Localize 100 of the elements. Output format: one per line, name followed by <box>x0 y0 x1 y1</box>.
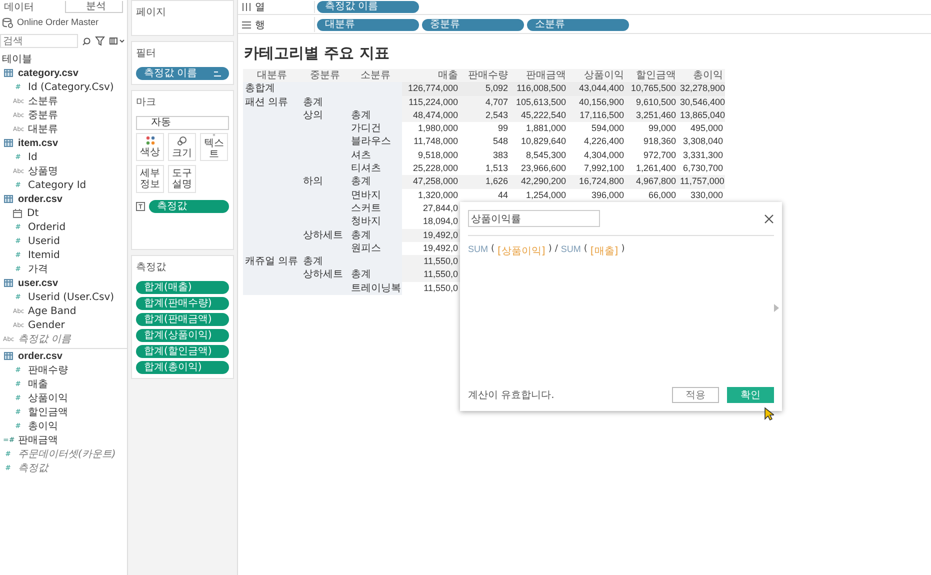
table-name[interactable]: user.csv <box>18 278 58 288</box>
field-name[interactable]: Userid <box>28 236 60 246</box>
filter-pill[interactable]: 측정값 이름 <box>136 67 229 80</box>
search-field[interactable]: 검색 <box>0 34 78 48</box>
table-name[interactable]: item.csv <box>18 138 58 148</box>
field-name[interactable]: Dt <box>27 208 39 218</box>
table-name[interactable]: order.csv <box>18 350 62 362</box>
table-icon <box>4 352 13 360</box>
close-icon[interactable] <box>764 214 774 224</box>
column-header: 상품이익 <box>568 69 626 82</box>
shelf-pill[interactable]: 측정값 이름 <box>317 1 419 13</box>
field-name[interactable]: 상품명 <box>28 164 58 178</box>
table-cell: 115,224,000 <box>402 96 460 109</box>
field-name[interactable]: 총이익 <box>28 419 58 433</box>
table-cell: 48,474,000 <box>402 108 460 122</box>
table-cell-text: 상하세트 <box>302 228 344 242</box>
column-header: 할인금액 <box>626 69 678 82</box>
table-cell: 1,320,000 <box>402 188 460 202</box>
table-cell: 11,550,0 <box>402 268 460 282</box>
mark-property-button[interactable]: 색상 <box>136 133 164 161</box>
table-cell-text: 캐쥬얼 의류 <box>244 255 300 268</box>
formula-token: [상품이익] <box>498 245 546 258</box>
mark-property-button[interactable]: 크기 <box>168 133 196 161</box>
table-name[interactable]: category.csv <box>18 68 78 78</box>
table-cell: 11,757,000 <box>678 175 725 189</box>
formula-token: ( <box>584 244 588 254</box>
table-cell: 7,992,100 <box>568 162 626 176</box>
table-cell: 396,000 <box>568 188 626 202</box>
sort-icon <box>214 71 221 77</box>
view-icon[interactable] <box>109 37 125 45</box>
table-cell: 17,116,500 <box>568 108 626 122</box>
field-name[interactable]: 중분류 <box>28 108 58 122</box>
table-cell-text: 총계 <box>350 268 372 282</box>
table-cell: 66,000 <box>626 188 678 202</box>
shelf-pill[interactable]: 소분류 <box>527 18 629 30</box>
measure-pill[interactable]: 합계(상품이익) <box>136 329 229 342</box>
table-cell-text: 패션 의류 <box>244 96 290 109</box>
filter-icon[interactable] <box>95 36 105 46</box>
measure-pill[interactable]: 합계(판매수량) <box>136 297 229 310</box>
table-name[interactable]: order.csv <box>18 194 62 204</box>
mark-pill[interactable]: 측정값 <box>149 200 229 213</box>
field-name[interactable]: Itemid <box>28 250 60 260</box>
formula-token: SUM <box>468 244 488 254</box>
field-name[interactable]: 가격 <box>28 262 48 276</box>
field-name[interactable]: Orderid <box>28 222 66 232</box>
table-cell-text: 총계 <box>350 228 372 242</box>
table-cell: 330,000 <box>678 188 725 202</box>
field-name[interactable]: 측정값 <box>18 461 48 475</box>
mark-property-button[interactable]: 세부 정보 <box>136 165 164 193</box>
search-icon[interactable] <box>82 36 91 46</box>
datasource-name[interactable]: Online Order Master <box>17 17 99 27</box>
field-name[interactable]: 판매금액 <box>18 433 58 447</box>
table-cell: 4,707 <box>460 96 510 109</box>
shelf-label: 열 <box>255 1 265 14</box>
pane-title[interactable]: 데이터 <box>4 0 34 14</box>
table-icon <box>4 139 13 147</box>
mark-type-dropdown[interactable]: 자동 <box>136 116 229 130</box>
measure-pill[interactable]: 합계(총이익) <box>136 361 229 374</box>
table-cell: 1,626 <box>460 175 510 189</box>
table-cell-text: 청바지 <box>350 215 382 229</box>
table-cell: 1,254,000 <box>510 188 568 202</box>
field-name[interactable]: 할인금액 <box>28 405 68 419</box>
field-name[interactable]: 판매수량 <box>28 363 68 377</box>
field-name[interactable]: Gender <box>28 320 65 330</box>
database-icon <box>2 16 13 28</box>
table-icon <box>4 279 13 287</box>
table-cell: 2,543 <box>460 108 510 122</box>
shelf-pill[interactable]: 대분류 <box>317 18 419 30</box>
table-cell: 1,261,400 <box>626 162 678 176</box>
column-header: 중분류 <box>301 69 349 82</box>
mark-property-button[interactable]: 텍스트 <box>200 133 228 161</box>
field-name[interactable]: Userid (User.Csv) <box>28 292 114 302</box>
sheet-title: 카테고리별 주요 지표 <box>243 43 390 64</box>
table-cell: 19,492,0 <box>402 228 460 242</box>
field-name[interactable]: Id (Category.Csv) <box>28 82 114 92</box>
shelf-pill[interactable]: 중분류 <box>422 18 524 30</box>
measure-pill[interactable]: 합계(할인금액) <box>136 345 229 358</box>
formula-token: ) <box>621 244 625 254</box>
card-title: 측정값 <box>136 261 167 274</box>
field-name[interactable]: Age Band <box>28 306 76 316</box>
apply-button[interactable]: 적용 <box>672 387 719 403</box>
field-name[interactable]: 매출 <box>28 377 48 391</box>
calculation-name-field[interactable]: 상품이익률 <box>468 210 600 227</box>
field-name[interactable]: 소분류 <box>28 94 58 108</box>
table-cell-text: 하의 <box>302 175 324 189</box>
formula-token: / <box>554 244 558 254</box>
field-name[interactable]: 측정값 이름 <box>18 332 72 346</box>
section-title: 테이블 <box>1 53 33 66</box>
table-cell: 4,967,800 <box>626 175 678 189</box>
field-name[interactable]: 상품이익 <box>28 391 68 405</box>
field-name[interactable]: 주문데이터셋(카운트) <box>18 447 116 461</box>
field-name[interactable]: Category Id <box>28 180 86 190</box>
table-icon <box>4 69 13 77</box>
source-select[interactable]: 분석 <box>65 0 123 12</box>
measure-pill[interactable]: 합계(판매금액) <box>136 313 229 326</box>
field-name[interactable]: Id <box>28 152 38 162</box>
table-cell-text: 트레이닝복 <box>350 282 402 296</box>
measure-pill[interactable]: 합계(매출) <box>136 281 229 294</box>
mark-property-button[interactable]: 도구 설명 <box>168 165 196 193</box>
field-name[interactable]: 대분류 <box>28 122 58 136</box>
